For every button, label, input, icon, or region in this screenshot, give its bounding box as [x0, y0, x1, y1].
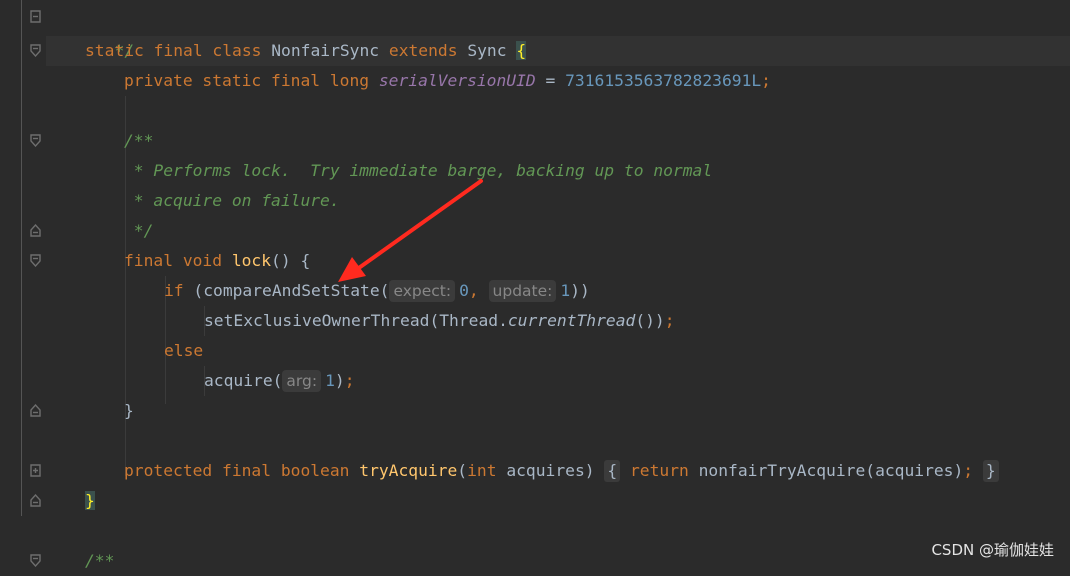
watermark: CSDN @瑜伽娃娃: [931, 541, 1054, 559]
annotation-arrow-icon: [338, 179, 483, 282]
